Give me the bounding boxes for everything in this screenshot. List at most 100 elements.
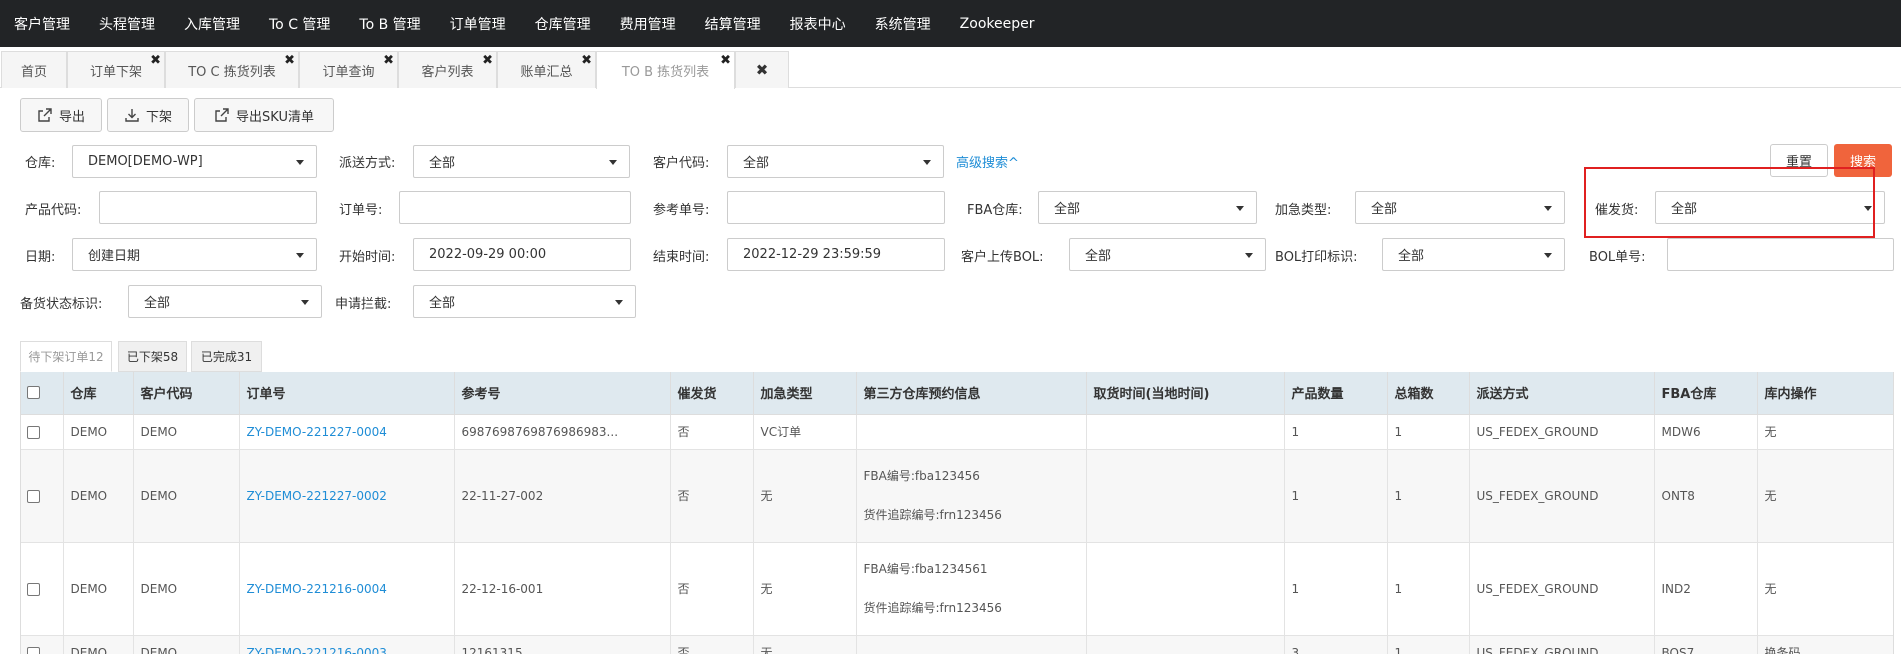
product-code-input[interactable] [99,191,317,224]
export-button[interactable]: 导出 [20,98,102,132]
nav-zookeeper[interactable]: Zookeeper [960,16,1035,32]
table-row[interactable]: DEMO DEMO ZY-DEMO-221216-0003 12161315 否… [21,635,1893,654]
export-icon [215,108,229,122]
product-code-label: 产品代码: [25,203,82,218]
customer-code-value: 全部 [743,156,770,171]
bol-no-input[interactable] [1667,238,1894,271]
fba-warehouse-select[interactable]: 全部 [1038,191,1257,224]
nav-inbound[interactable]: 入库管理 [184,14,240,34]
offshelf-button[interactable]: 下架 [107,98,189,132]
tab-tob-picking[interactable]: TO B 拣货列表 ✖ [596,51,735,89]
order-no-link[interactable]: ZY-DEMO-221216-0004 [247,582,387,596]
end-time-input[interactable]: 2022-12-29 23:59:59 [727,238,945,271]
tab-toc-picking[interactable]: TO C 拣货列表 ✖ [165,51,299,88]
row-checkbox[interactable] [27,646,40,654]
col-warehouse: 仓库 [63,372,134,415]
close-all-tabs-button[interactable]: ✖ [735,51,789,88]
start-time-label: 开始时间: [339,250,396,265]
delivery-label: 派送方式: [339,156,396,171]
cell-fba: ONT8 [1654,449,1758,543]
end-time-label: 结束时间: [653,250,710,265]
customer-code-select[interactable]: 全部 [727,145,944,178]
nav-orders[interactable]: 订单管理 [450,14,506,34]
col-rush: 催发货 [670,372,754,415]
export-sku-button[interactable]: 导出SKU清单 [194,98,334,132]
row-checkbox[interactable] [27,489,40,503]
tab-label: 订单查询 [322,64,375,80]
close-icon[interactable]: ✖ [383,54,394,67]
order-no-input[interactable] [399,191,631,224]
tab-offshelf-done[interactable]: 已下架58 [118,341,187,372]
cell-third-party-info [856,414,1087,450]
warehouse-select[interactable]: DEMO[DEMO-WP] [72,145,317,178]
col-fba-warehouse: FBA仓库 [1654,372,1758,415]
order-no-link[interactable]: ZY-DEMO-221227-0004 [247,425,387,439]
download-icon [125,109,139,122]
search-button[interactable]: 搜索 [1834,144,1892,177]
rush-delivery-select[interactable]: 全部 [1655,191,1885,224]
ref-no-input[interactable] [727,191,945,224]
advanced-search-link[interactable]: 高级搜索^ [956,152,1019,171]
ref-no-label: 参考单号: [653,203,710,218]
row-checkbox[interactable] [27,425,40,439]
bol-print-value: 全部 [1398,249,1425,264]
intercept-label: 申请拦截: [335,297,392,312]
close-icon[interactable]: ✖ [482,54,493,67]
cell-ref-no: 12161315 [454,635,671,654]
nav-system[interactable]: 系统管理 [875,14,931,34]
nav-first-leg[interactable]: 头程管理 [99,14,155,34]
fba-number-text: FBA编号:fba123456 [863,469,980,483]
stock-status-select[interactable]: 全部 [128,285,322,318]
offshelf-label: 下架 [145,109,172,125]
nav-to-c[interactable]: To C 管理 [269,14,330,34]
table-row[interactable]: DEMO DEMO ZY-DEMO-221227-0004 6987698769… [21,414,1893,450]
date-type-select[interactable]: 创建日期 [72,238,317,271]
nav-settlement[interactable]: 结算管理 [705,14,761,34]
caret-down-icon [1245,253,1253,258]
table-row[interactable]: DEMO DEMO ZY-DEMO-221216-0004 22-12-16-0… [21,542,1893,636]
col-order-no: 订单号 [239,372,455,415]
col-third-party-info: 第三方仓库预约信息 [856,372,1087,415]
stock-status-label: 备货状态标识: [20,297,103,312]
delivery-select[interactable]: 全部 [413,145,630,178]
order-no-link[interactable]: ZY-DEMO-221216-0003 [247,646,387,654]
close-icon[interactable]: ✖ [150,54,161,67]
top-navigation: 客户管理 头程管理 入库管理 To C 管理 To B 管理 订单管理 仓库管理… [0,0,1901,47]
cell-boxes: 1 [1387,414,1470,450]
order-no-link[interactable]: ZY-DEMO-221227-0002 [247,489,387,503]
tab-bill-summary[interactable]: 账单汇总 ✖ [497,51,596,88]
bol-upload-select[interactable]: 全部 [1069,238,1266,271]
fba-warehouse-value: 全部 [1054,202,1081,217]
col-delivery: 派送方式 [1469,372,1655,415]
row-checkbox[interactable] [27,582,40,596]
cell-warehouse: DEMO [63,414,134,450]
tab-order-query[interactable]: 订单查询 ✖ [299,51,398,88]
caret-down-icon [609,160,617,165]
bol-print-select[interactable]: 全部 [1382,238,1565,271]
nav-to-b[interactable]: To B 管理 [359,14,420,34]
tab-customer-list[interactable]: 客户列表 ✖ [398,51,497,88]
intercept-select[interactable]: 全部 [413,285,636,318]
table-row[interactable]: DEMO DEMO ZY-DEMO-221227-0002 22-11-27-0… [21,449,1893,543]
cell-delivery: US_FEDEX_GROUND [1469,449,1655,543]
nav-customer[interactable]: 客户管理 [14,14,70,34]
reset-button[interactable]: 重置 [1770,144,1828,177]
col-product-qty: 产品数量 [1284,372,1388,415]
select-all-checkbox[interactable] [27,386,40,400]
tab-order-offshelf[interactable]: 订单下架 ✖ [67,51,165,88]
nav-fees[interactable]: 费用管理 [620,14,676,34]
cell-urgent: 无 [753,635,857,654]
close-icon[interactable]: ✖ [720,54,731,67]
tab-home[interactable]: 首页 [1,51,67,88]
urgent-type-select[interactable]: 全部 [1355,191,1565,224]
order-no-label: 订单号: [339,203,383,218]
start-time-input[interactable]: 2022-09-29 00:00 [413,238,631,271]
tab-pending-offshelf[interactable]: 待下架订单12 [20,341,112,372]
close-icon[interactable]: ✖ [284,54,295,67]
tab-completed[interactable]: 已完成31 [191,341,262,372]
nav-reports[interactable]: 报表中心 [790,14,846,34]
nav-warehouse[interactable]: 仓库管理 [535,14,591,34]
cell-qty: 1 [1284,542,1388,636]
close-icon[interactable]: ✖ [581,54,592,67]
caret-down-icon [301,300,309,305]
